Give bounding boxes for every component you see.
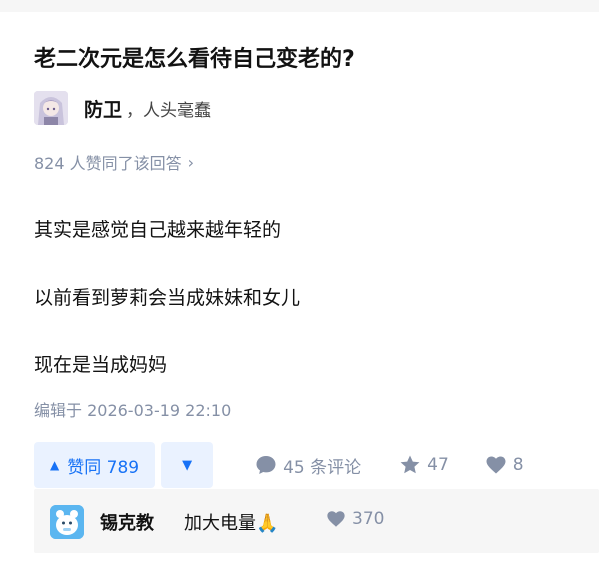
comment-like-button[interactable]: 370 (326, 509, 384, 529)
chevron-right-icon: › (187, 152, 195, 172)
answer-paragraph-1: 其实是感觉自己越来越年轻的 (34, 219, 282, 241)
page-top-strip (0, 0, 599, 12)
top-comment[interactable]: 锡克教 加大电量🙏 370 (34, 489, 599, 553)
author-name[interactable]: 防卫 (84, 95, 122, 122)
comment-text: 加大电量🙏 (184, 513, 279, 534)
vote-count-link[interactable]: 824 人赞同了该回答 › (34, 150, 194, 174)
commenter-name[interactable]: 锡克教 (100, 509, 154, 535)
heart-icon (327, 511, 345, 527)
answer-paragraph-2: 以前看到萝莉会当成妹妹和女儿 (34, 287, 301, 309)
cartoon-avatar-icon (50, 505, 84, 539)
heart-icon (486, 456, 506, 474)
question-title[interactable]: 老二次元是怎么看待自己变老的? (34, 44, 355, 76)
collect-button[interactable]: 47 (399, 454, 449, 476)
upvote-label: 赞同 789 (67, 457, 140, 478)
like-button[interactable]: 8 (485, 454, 524, 476)
triangle-up-icon: ▲ (50, 458, 60, 472)
like-count: 8 (512, 455, 524, 475)
action-bar: ▲ 赞同 789 ▼ 45 条评论 47 8 (34, 441, 594, 489)
answer-paragraph-3: 现在是当成妈妈 (34, 354, 168, 376)
vote-count-text: 824 人赞同了该回答 (34, 154, 182, 173)
commenter-avatar[interactable] (50, 505, 84, 539)
star-icon (400, 455, 420, 474)
author-avatar[interactable] (34, 91, 68, 125)
downvote-button[interactable]: ▼ (161, 442, 214, 488)
comment-like-count: 370 (352, 509, 385, 529)
triangle-down-icon: ▼ (182, 457, 193, 473)
author-row: 防卫 ，人头毫蠢 (34, 90, 211, 126)
comments-button[interactable]: 45 条评论 (255, 453, 361, 478)
comments-label: 45 条评论 (283, 457, 362, 478)
edited-timestamp: 编辑于 2026-03-19 22:10 (34, 401, 232, 420)
anime-avatar-icon (34, 91, 68, 125)
collect-count: 47 (427, 455, 449, 475)
upvote-button[interactable]: ▲ 赞同 789 (34, 442, 156, 488)
author-bio: ，人头毫蠢 (126, 100, 212, 121)
comment-icon (256, 456, 276, 474)
